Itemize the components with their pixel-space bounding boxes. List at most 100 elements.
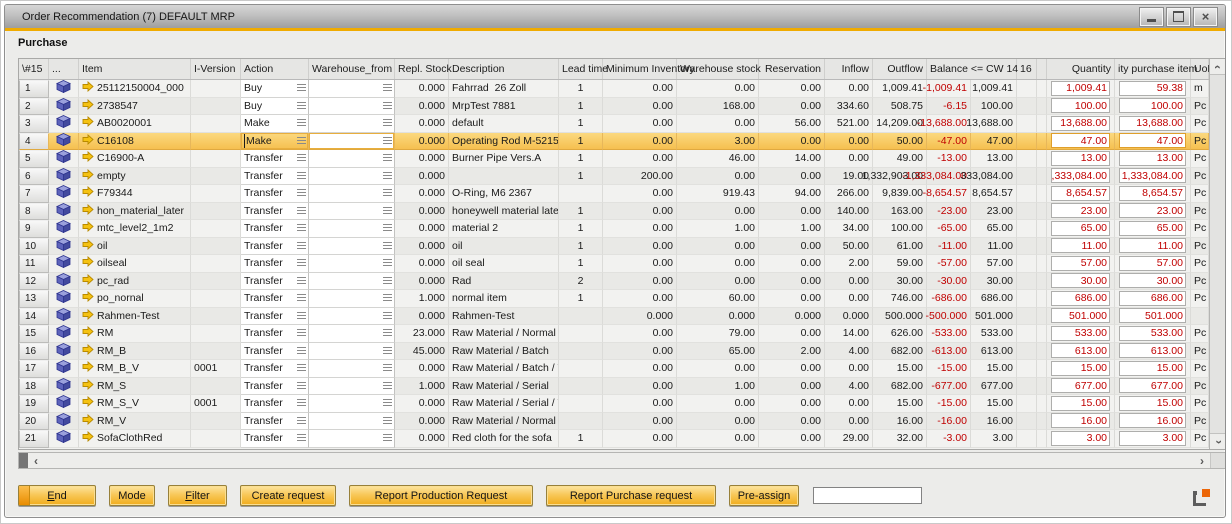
dropdown-icon[interactable] <box>383 277 392 284</box>
dropdown-icon[interactable] <box>297 294 306 301</box>
warehouse-from-select[interactable] <box>309 308 395 326</box>
quantity-input[interactable]: 57.00 <box>1051 256 1110 271</box>
link-arrow-icon[interactable] <box>82 344 94 358</box>
table-row[interactable]: 4C16108Make0.000Operating Rod M-5215510.… <box>19 133 1209 151</box>
warehouse-from-select[interactable] <box>309 203 395 221</box>
scroll-down-button[interactable]: ‹ <box>1210 434 1226 449</box>
qty-purchase-item-input[interactable]: 65.00 <box>1119 221 1186 236</box>
table-row[interactable]: 18RM_STransfer1.000Raw Material / Serial… <box>19 378 1209 396</box>
item-code-cell[interactable]: C16108 <box>79 133 191 151</box>
item-code-cell[interactable]: 25112150004_000 <box>79 80 191 98</box>
quantity-input[interactable]: 15.00 <box>1051 396 1110 411</box>
qty-purchase-item-input[interactable]: 47.00 <box>1119 133 1186 148</box>
warehouse-from-select[interactable] <box>309 220 395 238</box>
action-select[interactable]: Transfer <box>241 413 309 431</box>
action-select[interactable]: Transfer <box>241 290 309 308</box>
item-code-cell[interactable]: mtc_level2_1m2 <box>79 220 191 238</box>
qty-purchase-item-input[interactable]: 533.00 <box>1119 326 1186 341</box>
report-production-request-button[interactable]: Report Production Request <box>349 485 533 506</box>
dropdown-icon[interactable] <box>383 434 392 441</box>
dropdown-icon[interactable] <box>297 154 306 161</box>
table-row[interactable]: 125112150004_000Buy0.000Fahrrad 26 Zoll1… <box>19 80 1209 98</box>
dropdown-icon[interactable] <box>383 259 392 266</box>
table-row[interactable]: 6emptyTransfer0.0001200.000.000.0019.001… <box>19 168 1209 186</box>
qty-purchase-item-input[interactable]: 11.00 <box>1119 238 1186 253</box>
quantity-input[interactable]: 533.00 <box>1051 326 1110 341</box>
quantity-input[interactable]: 686.00 <box>1051 291 1110 306</box>
qty-purchase-item-input[interactable]: 613.00 <box>1119 343 1186 358</box>
scroll-up-button[interactable]: ‹ <box>1210 59 1226 74</box>
create-request-button[interactable]: Create request <box>240 485 336 506</box>
warehouse-from-select[interactable] <box>309 430 395 448</box>
row-number-cell[interactable]: 16 <box>19 343 49 361</box>
qty-purchase-item-input[interactable]: 15.00 <box>1119 361 1186 376</box>
tab-purchase[interactable]: Purchase <box>18 37 68 49</box>
dropdown-icon[interactable] <box>297 137 306 144</box>
row-number-cell[interactable]: 7 <box>19 185 49 203</box>
dropdown-icon[interactable] <box>297 224 306 231</box>
action-select[interactable]: Make <box>241 133 309 151</box>
dropdown-icon[interactable] <box>383 242 392 249</box>
filter-button[interactable]: Filter <box>168 485 227 506</box>
action-select[interactable]: Transfer <box>241 255 309 273</box>
item-code-cell[interactable]: oilseal <box>79 255 191 273</box>
dropdown-icon[interactable] <box>297 329 306 336</box>
link-arrow-icon[interactable] <box>82 379 94 393</box>
row-number-cell[interactable]: 19 <box>19 395 49 413</box>
link-arrow-icon[interactable] <box>82 239 94 253</box>
quantity-input[interactable]: 13,688.00 <box>1051 116 1110 131</box>
mode-button[interactable]: Mode <box>109 485 155 506</box>
table-row[interactable]: 9mtc_level2_1m2Transfer0.000material 210… <box>19 220 1209 238</box>
vertical-scrollbar[interactable]: ‹ ‹ <box>1209 59 1226 449</box>
item-code-cell[interactable]: SofaClothRed <box>79 430 191 448</box>
dropdown-icon[interactable] <box>383 119 392 126</box>
item-code-cell[interactable]: oil <box>79 238 191 256</box>
qty-purchase-item-input[interactable]: 15.00 <box>1119 396 1186 411</box>
quantity-input[interactable]: 1,333,084.00 <box>1051 168 1110 183</box>
dropdown-icon[interactable] <box>297 399 306 406</box>
close-button[interactable]: × <box>1194 8 1217 26</box>
dropdown-icon[interactable] <box>297 312 306 319</box>
minimize-button[interactable] <box>1140 8 1163 26</box>
row-number-cell[interactable]: 13 <box>19 290 49 308</box>
action-select[interactable]: Transfer <box>241 185 309 203</box>
dropdown-icon[interactable] <box>297 207 306 214</box>
qty-purchase-item-input[interactable]: 3.00 <box>1119 431 1186 446</box>
quantity-input[interactable]: 23.00 <box>1051 203 1110 218</box>
dropdown-icon[interactable] <box>297 119 306 126</box>
dropdown-icon[interactable] <box>383 102 392 109</box>
dropdown-icon[interactable] <box>383 347 392 354</box>
table-row[interactable]: 14Rahmen-TestTransfer0.000Rahmen-Test0.0… <box>19 308 1209 326</box>
quantity-input[interactable]: 15.00 <box>1051 361 1110 376</box>
item-code-cell[interactable]: RM_B <box>79 343 191 361</box>
warehouse-from-select[interactable] <box>309 115 395 133</box>
dropdown-icon[interactable] <box>383 312 392 319</box>
dropdown-icon[interactable] <box>383 224 392 231</box>
link-arrow-icon[interactable] <box>82 99 94 113</box>
table-row[interactable]: 17RM_B_V0001Transfer0.000Raw Material / … <box>19 360 1209 378</box>
table-row[interactable]: 13po_nornalTransfer1.000normal item10.00… <box>19 290 1209 308</box>
qty-purchase-item-input[interactable]: 13.00 <box>1119 151 1186 166</box>
row-number-cell[interactable]: 6 <box>19 168 49 186</box>
action-select[interactable]: Transfer <box>241 238 309 256</box>
qty-purchase-item-input[interactable]: 100.00 <box>1119 98 1186 113</box>
table-row[interactable]: 20RM_VTransfer0.000Raw Material / Normal… <box>19 413 1209 431</box>
quantity-input[interactable]: 100.00 <box>1051 98 1110 113</box>
link-arrow-icon[interactable] <box>82 221 94 235</box>
qty-purchase-item-input[interactable]: 16.00 <box>1119 413 1186 428</box>
dropdown-icon[interactable] <box>383 364 392 371</box>
horizontal-scrollbar-thumb[interactable] <box>19 453 28 468</box>
pre-assign-button[interactable]: Pre-assign <box>729 485 799 506</box>
action-select[interactable]: Make <box>241 115 309 133</box>
link-arrow-icon[interactable] <box>82 204 94 218</box>
report-purchase-request-button[interactable]: Report Purchase request <box>546 485 716 506</box>
row-number-cell[interactable]: 10 <box>19 238 49 256</box>
table-row[interactable]: 8hon_material_laterTransfer0.000honeywel… <box>19 203 1209 221</box>
scroll-right-button[interactable]: › <box>1194 453 1210 468</box>
table-row[interactable]: 5C16900-ATransfer0.000Burner Pipe Vers.A… <box>19 150 1209 168</box>
dropdown-icon[interactable] <box>383 294 392 301</box>
action-select[interactable]: Transfer <box>241 343 309 361</box>
item-code-cell[interactable]: po_nornal <box>79 290 191 308</box>
warehouse-from-select[interactable] <box>309 255 395 273</box>
row-number-cell[interactable]: 3 <box>19 115 49 133</box>
